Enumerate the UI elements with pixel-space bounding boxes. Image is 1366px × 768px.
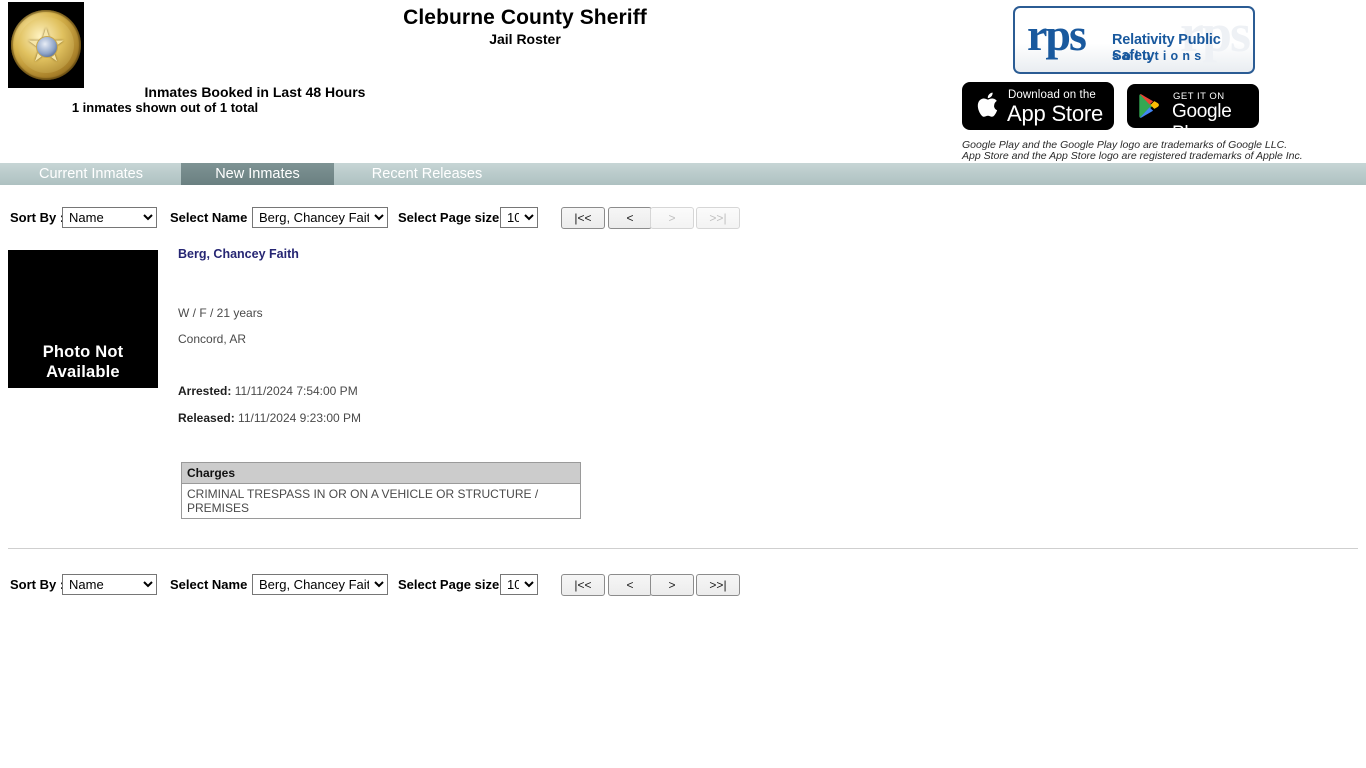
sort-by-label: Sort By : (10, 210, 65, 225)
pagination-prev-button-top[interactable]: < (608, 207, 652, 229)
apple-logo-icon (976, 90, 1002, 122)
charge-description: CRIMINAL TRESPASS IN OR ON A VEHICLE OR … (181, 483, 581, 519)
booked-count: 1 inmates shown out of 1 total (71, 100, 259, 115)
charges-table: Charges CRIMINAL TRESPASS IN OR ON A VEH… (181, 462, 581, 519)
inmate-name-link[interactable]: Berg, Chancey Faith (178, 247, 299, 261)
page-title: Cleburne County Sheriff (403, 6, 647, 29)
inmate-released-row: Released: 11/11/2024 9:23:00 PM (178, 411, 361, 425)
google-play-line2: Google Play (1172, 101, 1232, 128)
pagination-last-button-bottom[interactable]: >>| (696, 574, 740, 596)
pagination-next-button-top[interactable]: > (650, 207, 694, 229)
roster-tabs: Current Inmates New Inmates Recent Relea… (0, 163, 1366, 185)
released-value: 11/11/2024 9:23:00 PM (238, 411, 362, 425)
page-size-label: Select Page size : (398, 210, 508, 225)
app-store-button[interactable]: Download on the App Store (962, 82, 1114, 130)
app-store-line1: Download on the (1008, 89, 1096, 101)
page-size-select-bottom[interactable]: 10 (500, 574, 538, 595)
charges-table-header-row: Charges (181, 462, 581, 484)
page-subtitle: Jail Roster (489, 31, 561, 47)
released-label: Released: (178, 411, 235, 425)
arrested-value: 11/11/2024 7:54:00 PM (234, 384, 358, 398)
pagination-first-button-top[interactable]: |<< (561, 207, 605, 229)
inmate-photo-placeholder: Photo Not Available (8, 250, 158, 388)
tab-new-inmates[interactable]: New Inmates (181, 163, 334, 185)
inmate-demographics: W / F / 21 years (178, 306, 263, 320)
table-row: CRIMINAL TRESPASS IN OR ON A VEHICLE OR … (181, 483, 581, 519)
inmate-arrested-row: Arrested: 11/11/2024 7:54:00 PM (178, 384, 358, 398)
tab-recent-releases[interactable]: Recent Releases (344, 163, 510, 185)
pagination-first-button-bottom[interactable]: |<< (561, 574, 605, 596)
sort-by-select-bottom[interactable]: Name (62, 574, 157, 595)
page-size-select[interactable]: 10 (500, 207, 538, 228)
page-header: ★ Cleburne County Sheriff Jail Roster In… (0, 0, 1366, 162)
sort-by-select[interactable]: Name (62, 207, 157, 228)
booked-heading: Inmates Booked in Last 48 Hours (144, 84, 366, 100)
google-play-button[interactable]: GET IT ON Google Play (1127, 84, 1259, 128)
app-store-line2: App Store (1007, 101, 1104, 126)
pagination-prev-button-bottom[interactable]: < (608, 574, 652, 596)
rps-wordmark: rps (1027, 9, 1087, 60)
select-name-label-bottom: Select Name : (170, 577, 256, 592)
rps-logo[interactable]: rps rps Relativity Public Safety solutio… (1013, 6, 1255, 74)
photo-unavailable-line1: Photo Not (42, 343, 124, 361)
inmate-city-state: Concord, AR (178, 332, 247, 346)
page-size-label-bottom: Select Page size : (398, 577, 508, 592)
section-divider (8, 548, 1358, 549)
charges-table-body: CRIMINAL TRESPASS IN OR ON A VEHICLE OR … (181, 483, 581, 519)
arrested-label: Arrested: (178, 384, 232, 398)
pagination-last-button-top[interactable]: >>| (696, 207, 740, 229)
sort-by-label-bottom: Sort By : (10, 577, 65, 592)
charges-column-header: Charges (181, 462, 581, 484)
select-name-label: Select Name : (170, 210, 256, 225)
trademark-notice-line2: App Store and the App Store logo are reg… (962, 150, 1303, 162)
rps-tagline-line2: solutions (1112, 49, 1206, 63)
google-play-triangle-icon (1138, 93, 1164, 119)
photo-unavailable-line2: Available (46, 363, 120, 381)
select-name-select[interactable]: Berg, Chancey Faith (252, 207, 388, 228)
select-name-select-bottom[interactable]: Berg, Chancey Faith (252, 574, 388, 595)
pagination-next-button-bottom[interactable]: > (650, 574, 694, 596)
tab-current-inmates[interactable]: Current Inmates (8, 163, 174, 185)
